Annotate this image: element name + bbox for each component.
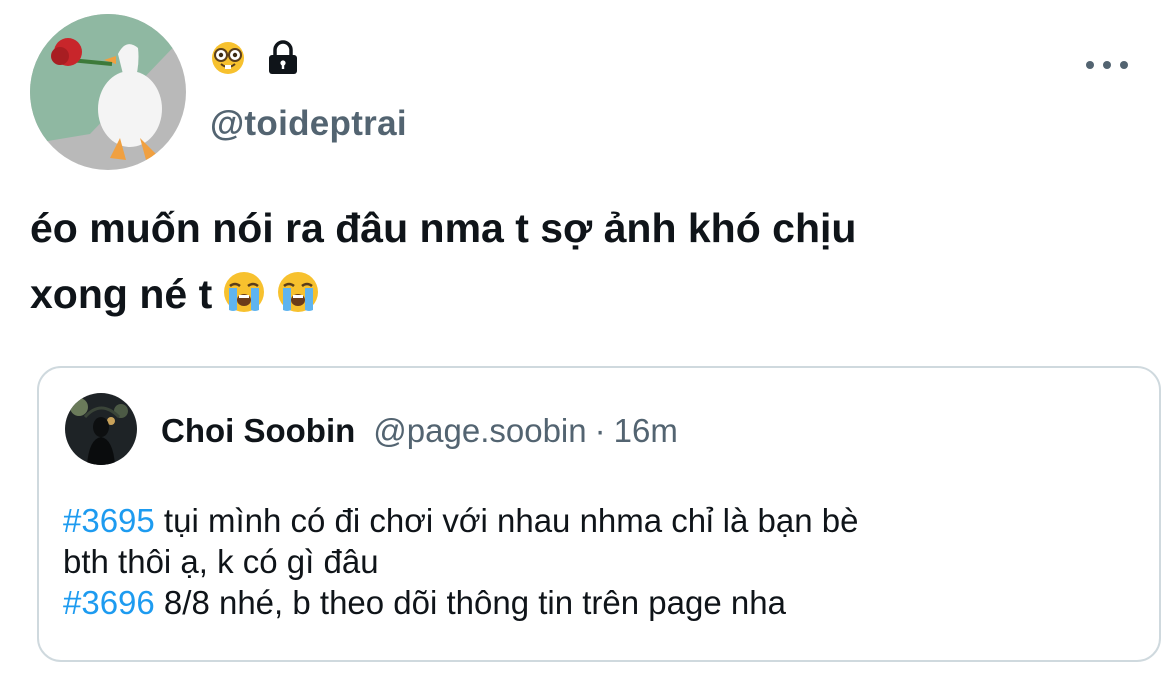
- tweet-text-fragment: xong né t: [30, 271, 213, 317]
- header-separator: ·: [594, 412, 606, 449]
- quoted-tweet-time: 16m: [613, 412, 678, 449]
- dark-night-photo-avatar-icon: [65, 393, 137, 465]
- tweet-text-line: xong né t: [30, 261, 1130, 327]
- more-dot: [1086, 61, 1094, 69]
- goose-with-rose-avatar-icon: [30, 14, 186, 170]
- author-handle[interactable]: @toideptrai: [210, 104, 407, 144]
- more-dot: [1120, 61, 1128, 69]
- quoted-author-name[interactable]: Choi Soobin: [161, 412, 355, 449]
- quoted-author-avatar[interactable]: [65, 393, 137, 465]
- quoted-author-handle[interactable]: @page.soobin: [373, 412, 586, 449]
- quoted-text-fragment: tụi mình có đi chơi với nhau nhma chỉ là…: [154, 502, 859, 539]
- tweet-view: @toideptrai éo muốn nói ra đâu nma t sợ …: [0, 0, 1170, 691]
- quoted-tweet-text: #3695 tụi mình có đi chơi với nhau nhma …: [63, 500, 1123, 623]
- more-dot: [1103, 61, 1111, 69]
- hashtag-link[interactable]: #3695: [63, 502, 155, 539]
- author-badges: [210, 40, 300, 76]
- loudly-crying-face-emoji-icon: [222, 270, 266, 314]
- tweet-text-line: éo muốn nói ra đâu nma t sợ ảnh khó chịu: [30, 205, 857, 251]
- author-avatar[interactable]: [30, 14, 186, 170]
- quoted-text-fragment: 8/8 nhé, b theo dõi thông tin trên page …: [154, 584, 786, 621]
- loudly-crying-face-emoji-icon: [276, 270, 320, 314]
- tweet-text: éo muốn nói ra đâu nma t sợ ảnh khó chịu…: [30, 195, 1130, 327]
- quoted-tweet-card[interactable]: Choi Soobin @page.soobin · 16m #3695 tụi mì…: [37, 366, 1161, 662]
- quoted-text-line: bth thôi ạ, k có gì đâu: [63, 543, 379, 580]
- quoted-text-line: #3696 8/8 nhé, b theo dõi thông tin trên…: [63, 582, 1123, 623]
- lock-icon: [266, 40, 300, 76]
- more-options-icon[interactable]: [1086, 56, 1128, 74]
- quoted-tweet-header: Choi Soobin @page.soobin · 16m: [161, 411, 678, 451]
- hashtag-link[interactable]: #3696: [63, 584, 155, 621]
- quoted-text-line: #3695 tụi mình có đi chơi với nhau nhma …: [63, 500, 1123, 541]
- nerd-face-emoji-icon: [210, 40, 246, 76]
